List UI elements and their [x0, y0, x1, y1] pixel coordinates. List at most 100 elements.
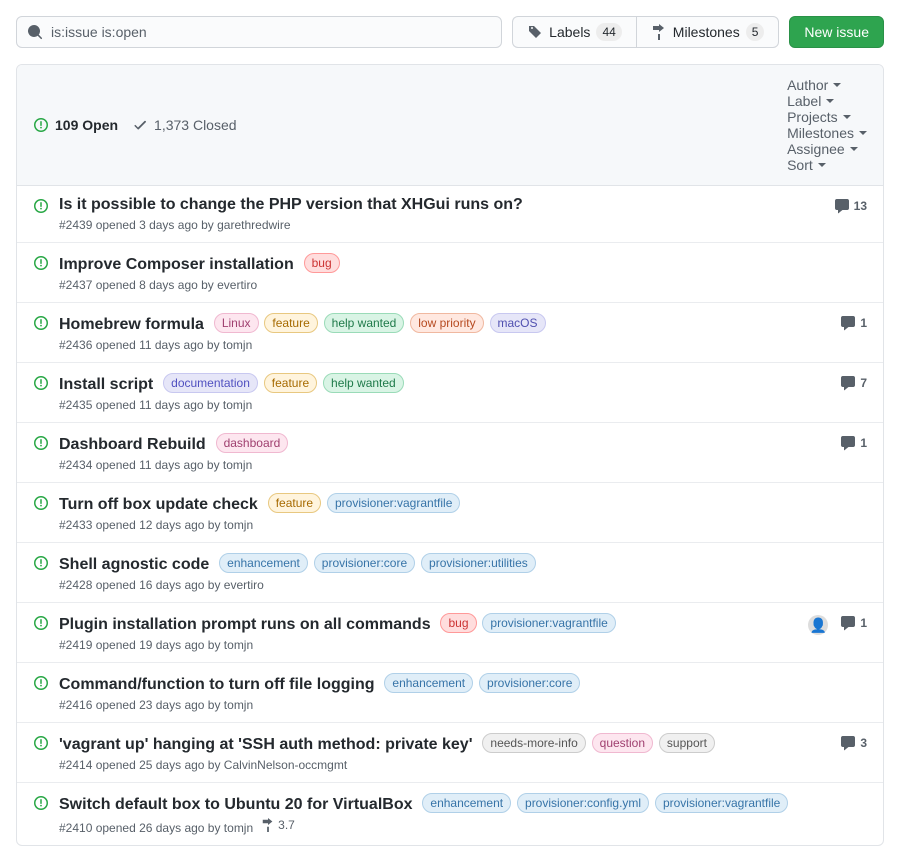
- issue-comments[interactable]: 1: [840, 435, 867, 451]
- issue-open-icon: [33, 675, 49, 691]
- issue-milestone[interactable]: 3.7: [261, 818, 295, 832]
- filter-projects[interactable]: Projects: [787, 109, 867, 125]
- issue-open-icon: [33, 435, 49, 451]
- issue-meta: #2435 opened 11 days ago by tomjn: [59, 398, 840, 412]
- milestone-icon: [261, 818, 275, 832]
- issue-meta: #2436 opened 11 days ago by tomjn: [59, 338, 840, 352]
- issue-meta: #2416 opened 23 days ago by tomjn: [59, 698, 867, 712]
- milestones-text: Milestones: [673, 24, 740, 40]
- issue-label[interactable]: provisioner:vagrantfile: [327, 493, 460, 513]
- issue-label[interactable]: dashboard: [216, 433, 289, 453]
- filter-label[interactable]: Label: [787, 93, 867, 109]
- issue-row: Dashboard Rebuild dashboard #2434 opened…: [17, 423, 883, 483]
- filter-assignee[interactable]: Assignee: [787, 141, 867, 157]
- issue-label[interactable]: Linux: [214, 313, 259, 333]
- milestone-icon: [651, 24, 667, 40]
- comment-icon: [834, 198, 850, 214]
- labels-count: 44: [596, 23, 621, 41]
- open-count: 109 Open: [55, 117, 118, 133]
- issue-row: Improve Composer installation bug #2437 …: [17, 243, 883, 303]
- comment-icon: [840, 315, 856, 331]
- issue-label[interactable]: help wanted: [323, 373, 404, 393]
- issue-title[interactable]: Is it possible to change the PHP version…: [59, 196, 523, 213]
- issue-label[interactable]: provisioner:vagrantfile: [482, 613, 615, 633]
- issue-comments[interactable]: 13: [834, 198, 867, 214]
- filter-sort[interactable]: Sort: [787, 157, 867, 173]
- closed-state[interactable]: 1,373 Closed: [132, 117, 237, 133]
- issue-title[interactable]: Homebrew formula: [59, 316, 204, 333]
- issue-comments[interactable]: 3: [840, 735, 867, 751]
- issue-comments[interactable]: 7: [840, 375, 867, 391]
- issue-label[interactable]: documentation: [163, 373, 258, 393]
- issue-meta: #2428 opened 16 days ago by evertiro: [59, 578, 867, 592]
- new-issue-button[interactable]: New issue: [789, 16, 884, 48]
- list-header: 109 Open 1,373 Closed AuthorLabelProject…: [17, 65, 883, 186]
- labels-button[interactable]: Labels 44: [512, 16, 636, 48]
- issue-label[interactable]: low priority: [410, 313, 483, 333]
- issue-title[interactable]: Turn off box update check: [59, 496, 258, 513]
- labels-text: Labels: [549, 24, 590, 40]
- issue-title[interactable]: Shell agnostic code: [59, 556, 209, 573]
- issue-meta: #2437 opened 8 days ago by evertiro: [59, 278, 867, 292]
- issue-label[interactable]: feature: [268, 493, 321, 513]
- issue-row: Command/function to turn off file loggin…: [17, 663, 883, 723]
- issue-meta: #2414 opened 25 days ago by CalvinNelson…: [59, 758, 840, 772]
- issue-label[interactable]: enhancement: [384, 673, 473, 693]
- issue-label[interactable]: provisioner:core: [314, 553, 415, 573]
- comment-icon: [840, 615, 856, 631]
- search-input[interactable]: [51, 24, 491, 40]
- issue-row: Homebrew formula Linux feature help want…: [17, 303, 883, 363]
- issue-row: Turn off box update check feature provis…: [17, 483, 883, 543]
- issue-title[interactable]: Switch default box to Ubuntu 20 for Virt…: [59, 796, 413, 813]
- issue-title[interactable]: Install script: [59, 376, 153, 393]
- issue-open-icon: [33, 735, 49, 751]
- issue-row: Plugin installation prompt runs on all c…: [17, 603, 883, 663]
- issue-label[interactable]: bug: [304, 253, 340, 273]
- issue-comments[interactable]: 1: [840, 615, 867, 631]
- comment-icon: [840, 375, 856, 391]
- issue-meta: #2419 opened 19 days ago by tomjn: [59, 638, 808, 652]
- issue-meta: #2439 opened 3 days ago by garethredwire: [59, 218, 834, 232]
- issue-label[interactable]: question: [592, 733, 653, 753]
- issue-label[interactable]: feature: [264, 313, 317, 333]
- issue-open-icon: [33, 375, 49, 391]
- issue-title[interactable]: 'vagrant up' hanging at 'SSH auth method…: [59, 736, 473, 753]
- issue-meta: #2433 opened 12 days ago by tomjn: [59, 518, 867, 532]
- issue-label[interactable]: support: [659, 733, 715, 753]
- issue-label[interactable]: enhancement: [422, 793, 511, 813]
- issue-title[interactable]: Command/function to turn off file loggin…: [59, 676, 375, 693]
- issue-open-icon: [33, 315, 49, 331]
- issue-row: Is it possible to change the PHP version…: [17, 186, 883, 243]
- issue-title[interactable]: Plugin installation prompt runs on all c…: [59, 616, 431, 633]
- issue-title[interactable]: Dashboard Rebuild: [59, 436, 206, 453]
- search-icon: [27, 24, 43, 40]
- issue-row: 'vagrant up' hanging at 'SSH auth method…: [17, 723, 883, 783]
- issue-label[interactable]: help wanted: [324, 313, 405, 333]
- issue-open-icon: [33, 255, 49, 271]
- assignee-avatar[interactable]: 👤: [808, 615, 828, 635]
- search-box[interactable]: [16, 16, 502, 48]
- issue-open-icon: [33, 795, 49, 811]
- issue-comments[interactable]: 1: [840, 315, 867, 331]
- issue-label[interactable]: bug: [440, 613, 476, 633]
- issue-label[interactable]: needs-more-info: [482, 733, 585, 753]
- issue-label[interactable]: provisioner:utilities: [421, 553, 536, 573]
- comment-icon: [840, 735, 856, 751]
- issue-open-icon: [33, 555, 49, 571]
- issue-title[interactable]: Improve Composer installation: [59, 256, 294, 273]
- issue-label[interactable]: provisioner:core: [479, 673, 580, 693]
- issue-open-icon: [33, 495, 49, 511]
- milestones-button[interactable]: Milestones 5: [636, 16, 780, 48]
- issue-label[interactable]: provisioner:vagrantfile: [655, 793, 788, 813]
- issue-meta: #2410 opened 26 days ago by tomjn3.7: [59, 818, 867, 835]
- issue-label[interactable]: enhancement: [219, 553, 308, 573]
- issue-label[interactable]: feature: [264, 373, 317, 393]
- filter-author[interactable]: Author: [787, 77, 867, 93]
- filter-milestones[interactable]: Milestones: [787, 125, 867, 141]
- issue-meta: #2434 opened 11 days ago by tomjn: [59, 458, 840, 472]
- issue-label[interactable]: provisioner:config.yml: [517, 793, 649, 813]
- issue-row: Shell agnostic code enhancement provisio…: [17, 543, 883, 603]
- open-state[interactable]: 109 Open: [33, 117, 118, 133]
- milestones-count: 5: [746, 23, 765, 41]
- issue-label[interactable]: macOS: [490, 313, 546, 333]
